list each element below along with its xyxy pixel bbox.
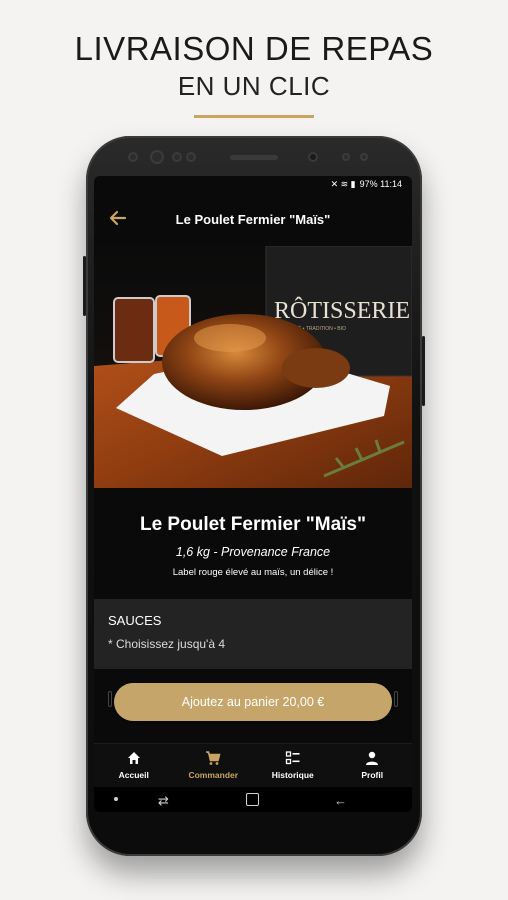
earpiece-speaker — [230, 155, 278, 160]
sensor-icon — [360, 153, 368, 161]
add-to-cart-row: Ajoutez au panier 20,00 € — [94, 669, 412, 731]
product-description: Label rouge élevé au maïs, un délice ! — [172, 567, 334, 578]
promo-headline: LIVRAISON DE REPAS — [74, 30, 434, 67]
status-icons: ✕ ≋ ▮ — [330, 179, 356, 189]
product-weight-origin: 1,6 kg - Provenance France — [175, 545, 331, 559]
app-screen: ✕ ≋ ▮97% 11:14 Le Poulet Fermier "Maïs" — [94, 176, 412, 812]
nav-item-accueil[interactable]: Accueil — [94, 744, 174, 787]
nav-item-profil[interactable]: Profil — [333, 744, 413, 787]
nav-label: Profil — [361, 770, 384, 780]
bottom-nav: Accueil Commander Historique Profil — [94, 743, 412, 787]
recent-apps-icon[interactable]: ⇄ — [158, 793, 169, 809]
app-bar-title: Le Poulet Fermier "Maïs" — [175, 211, 331, 227]
back-arrow-icon[interactable] — [108, 208, 128, 228]
sauces-section[interactable]: SAUCES * Choisissez jusqu'à 4 — [94, 599, 412, 669]
gold-divider — [194, 115, 314, 118]
sauces-title: SAUCES — [108, 613, 162, 628]
user-icon — [366, 751, 379, 765]
home-button-icon[interactable] — [246, 793, 259, 806]
add-to-cart-button[interactable]: Ajoutez au panier 20,00 € — [114, 683, 392, 721]
nav-item-commander[interactable]: Commander — [174, 744, 254, 787]
history-list-icon — [285, 751, 300, 765]
cart-icon — [206, 751, 221, 765]
brand-sign: RÔTISSERIE — [274, 297, 410, 324]
phone-frame: ✕ ≋ ▮97% 11:14 Le Poulet Fermier "Maïs" — [83, 136, 425, 856]
system-nav-bar: ⇄ ← — [94, 787, 412, 812]
product-info: Le Poulet Fermier "Maïs" 1,6 kg - Proven… — [94, 488, 412, 598]
sensor-icon — [128, 152, 138, 162]
sensor-icon — [342, 153, 350, 161]
selfie-camera-icon — [308, 152, 318, 162]
dot-indicator-icon — [114, 797, 118, 801]
roast-chicken-highlight — [194, 324, 266, 352]
roast-chicken-leg — [282, 348, 350, 388]
phone-side-button — [422, 336, 425, 406]
phone-side-button — [83, 256, 86, 316]
sensor-icon — [172, 152, 182, 162]
sensor-icon — [186, 152, 196, 162]
spice-jar — [113, 297, 155, 363]
nav-label: Commander — [188, 770, 239, 780]
status-bar: ✕ ≋ ▮ 97% 11:14 — [94, 176, 412, 192]
product-title: Le Poulet Fermier "Maïs" — [139, 514, 367, 535]
nav-item-historique[interactable]: Historique — [253, 744, 333, 787]
front-camera-icon — [150, 150, 164, 164]
nav-label: Historique — [271, 770, 314, 780]
home-icon — [127, 752, 140, 764]
quantity-plus-edge[interactable] — [394, 691, 398, 707]
quantity-minus-edge[interactable] — [108, 691, 112, 707]
sauces-hint: * Choisissez jusqu'à 4 — [108, 637, 226, 651]
status-text: 97% 11:14 — [359, 179, 402, 189]
promo-subheadline: EN UN CLIC — [177, 71, 331, 101]
nav-label: Accueil — [118, 770, 149, 780]
app-bar: Le Poulet Fermier "Maïs" — [94, 192, 412, 246]
phone-top-bezel — [86, 136, 422, 176]
product-hero-image: RÔTISSERIE QUALITÉ • TRADITION • BIO — [94, 246, 412, 488]
back-button-icon[interactable]: ← — [334, 793, 347, 808]
